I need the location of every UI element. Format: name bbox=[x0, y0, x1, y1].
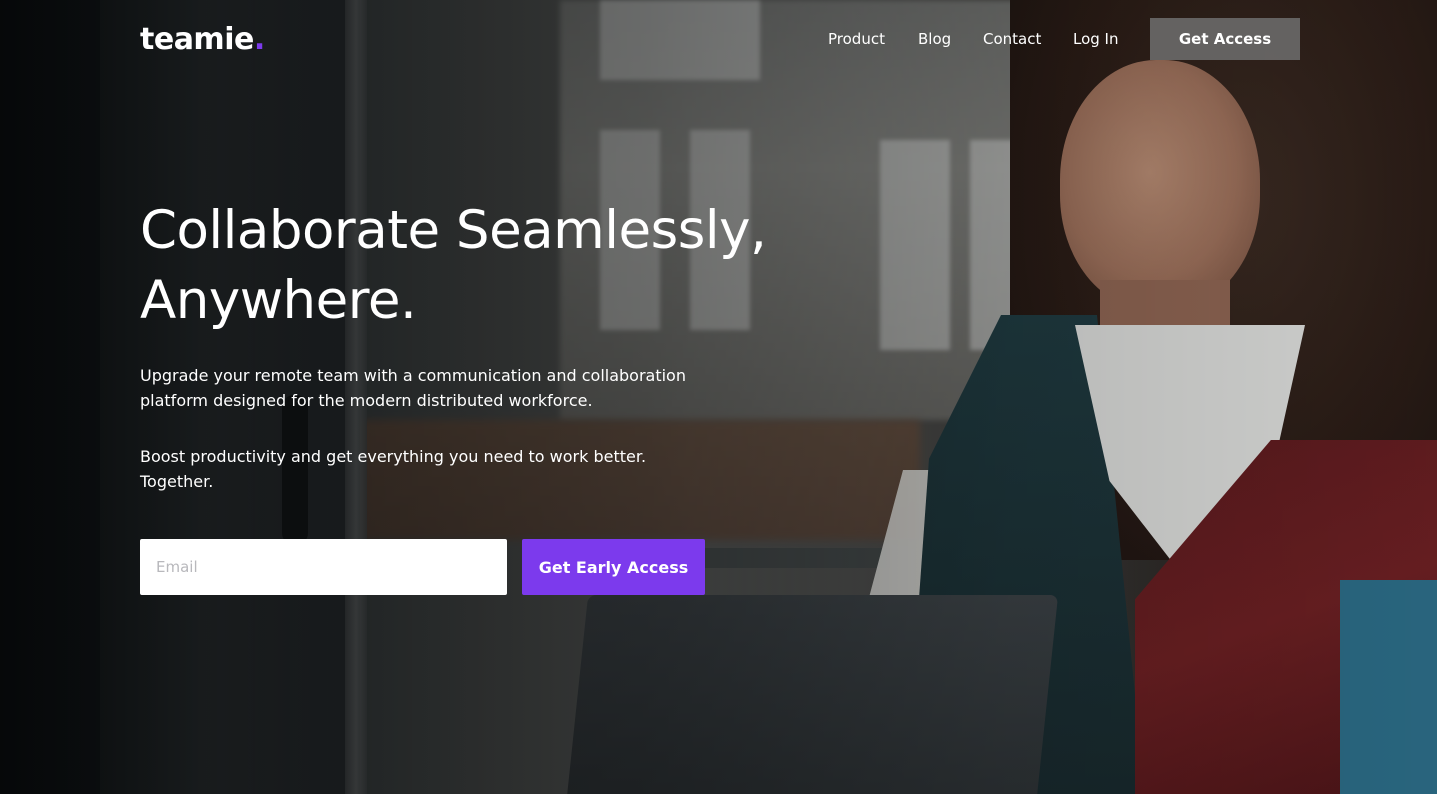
hero-description-line-1: Upgrade your remote team with a communic… bbox=[140, 366, 686, 385]
hero-section: teamie. Product Blog Contact Log In Get … bbox=[0, 0, 1437, 794]
hero-headline-line-2: Anywhere. bbox=[140, 270, 417, 331]
hero-description-line-2: platform designed for the modern distrib… bbox=[140, 391, 593, 410]
brand-logo-dot: . bbox=[253, 22, 265, 57]
hero-headline-line-1: Collaborate Seamlessly, bbox=[140, 200, 767, 261]
hero-headline: Collaborate Seamlessly, Anywhere. bbox=[140, 196, 840, 336]
nav-link-login[interactable]: Log In bbox=[1073, 30, 1119, 48]
brand-name: teamie bbox=[140, 22, 254, 57]
site-header: teamie. Product Blog Contact Log In Get … bbox=[0, 0, 1437, 80]
hero-description: Upgrade your remote team with a communic… bbox=[140, 363, 700, 413]
email-input[interactable] bbox=[140, 539, 507, 595]
hero-tagline-line-1: Boost productivity and get everything yo… bbox=[140, 447, 647, 466]
nav-link-contact[interactable]: Contact bbox=[983, 30, 1041, 48]
get-access-button[interactable]: Get Access bbox=[1150, 18, 1300, 60]
nav-link-product[interactable]: Product bbox=[828, 30, 885, 48]
hero-tagline-line-2: Together. bbox=[140, 472, 214, 491]
nav-link-blog[interactable]: Blog bbox=[918, 30, 951, 48]
brand-logo[interactable]: teamie. bbox=[140, 22, 265, 57]
hero-tagline: Boost productivity and get everything yo… bbox=[140, 444, 700, 494]
get-early-access-button[interactable]: Get Early Access bbox=[522, 539, 705, 595]
